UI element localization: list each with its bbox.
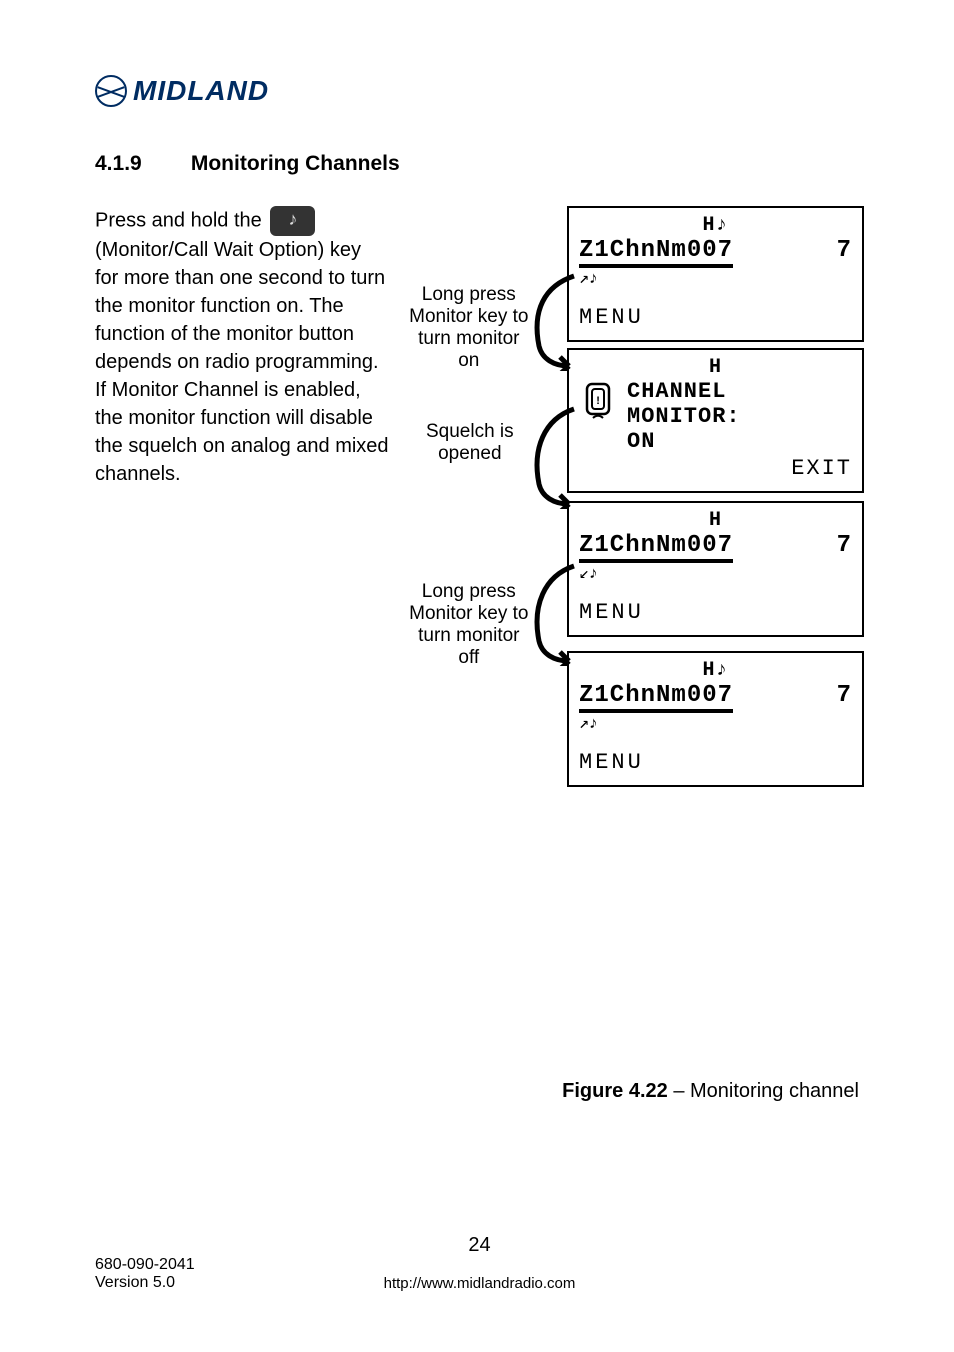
alert-icon: ! <box>583 382 613 420</box>
page: MIDLAND 4.1.9 Monitoring Channels Press … <box>0 0 954 1352</box>
screen1-ch: Z1ChnNm007 <box>579 237 733 268</box>
screen3-header: H <box>579 509 852 532</box>
figure-caption: Figure 4.22 – Monitoring channel <box>95 1080 864 1103</box>
screen-1: H♪ Z1ChnNm007 7 ↗♪ MENU <box>567 206 864 342</box>
content-row: Press and hold the (Monitor/Call Wait Op… <box>95 206 864 488</box>
label-monitor-on: Long press Monitor key to turn monitor o… <box>409 284 529 372</box>
screen4-channel: Z1ChnNm007 7 <box>579 682 852 713</box>
screen1-header: H♪ <box>579 214 852 237</box>
screen1-channel: Z1ChnNm007 7 <box>579 237 852 268</box>
screen4-menu: MENU <box>579 750 852 775</box>
svg-text:!: ! <box>595 396 602 408</box>
screen4-num: 7 <box>837 682 852 713</box>
label-monitor-off: Long press Monitor key to turn monitor o… <box>409 581 529 669</box>
label-squelch: Squelch is opened <box>410 421 530 465</box>
screen2-line1: CHANNEL <box>627 379 852 404</box>
page-number: 24 <box>95 1234 864 1257</box>
footer-left: 680-090-2041 Version 5.0 <box>95 1256 195 1292</box>
footer: 680-090-2041 Version 5.0 24 http://www.m… <box>95 1234 864 1292</box>
footer-url: http://www.midlandradio.com <box>95 1275 864 1292</box>
screen1-icons: ↗♪ <box>579 268 852 289</box>
screen2-line2: MONITOR: <box>627 404 852 429</box>
screen2-header: H <box>579 356 852 379</box>
screen4-icons: ↗♪ <box>579 713 852 734</box>
section-title: Monitoring Channels <box>191 152 400 175</box>
screen3-icons: ↙♪ <box>579 563 852 584</box>
intro-before: Press and hold the <box>95 209 267 231</box>
intro-after: (Monitor/Call Wait Option) key for more … <box>95 239 389 485</box>
screen1-menu: MENU <box>579 305 852 330</box>
globe-icon <box>95 75 127 107</box>
section-heading: 4.1.9 Monitoring Channels <box>95 152 864 176</box>
screen1-num: 7 <box>837 237 852 268</box>
section-number: 4.1.9 <box>95 152 185 176</box>
doc-number: 680-090-2041 <box>95 1256 195 1274</box>
screen4-ch: Z1ChnNm007 <box>579 682 733 713</box>
doc-version: Version 5.0 <box>95 1274 195 1292</box>
screen-3: H Z1ChnNm007 7 ↙♪ MENU <box>567 501 864 637</box>
logo-text: MIDLAND <box>133 75 269 107</box>
screen3-ch: Z1ChnNm007 <box>579 532 733 563</box>
screen2-exit: EXIT <box>579 456 852 481</box>
screen2-line3: ON <box>627 429 852 454</box>
body-text: Press and hold the (Monitor/Call Wait Op… <box>95 206 389 488</box>
monitor-key-icon <box>270 206 315 236</box>
figure-number: Figure 4.22 <box>562 1080 668 1102</box>
figure-title: – Monitoring channel <box>668 1080 859 1102</box>
logo: MIDLAND <box>95 75 864 107</box>
screen-2: H ! CHANNEL MONITOR: ON EXIT <box>567 348 864 493</box>
screen3-num: 7 <box>837 532 852 563</box>
screen3-menu: MENU <box>579 600 852 625</box>
screen4-header: H♪ <box>579 659 852 682</box>
screen-4: H♪ Z1ChnNm007 7 ↗♪ MENU <box>567 651 864 787</box>
diagram: Long press Monitor key to turn monitor o… <box>399 206 864 488</box>
screen3-channel: Z1ChnNm007 7 <box>579 532 852 563</box>
